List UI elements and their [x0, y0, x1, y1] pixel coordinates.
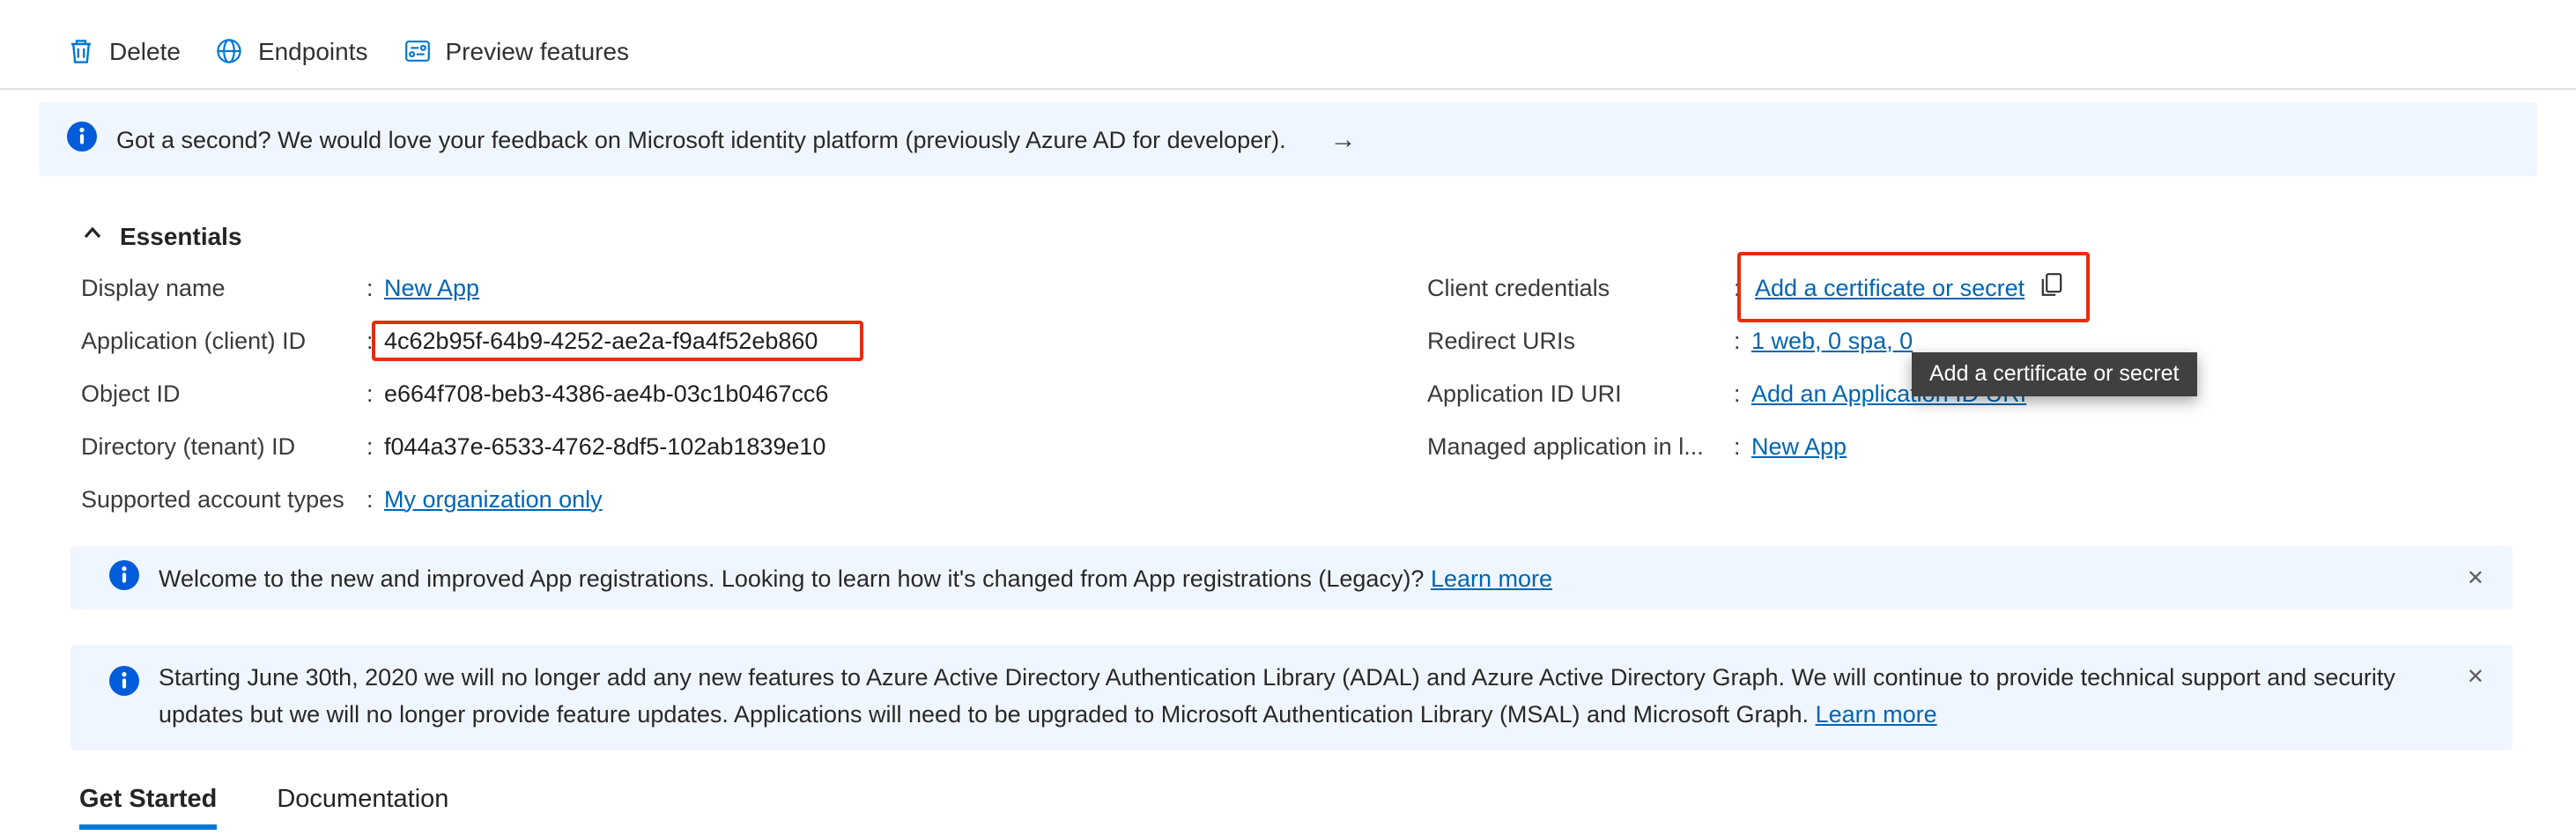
essentials-grid: Display name : New App Application (clie…	[81, 261, 2576, 525]
colon-separator: :	[366, 485, 384, 512]
tab-bar: Get Started Documentation	[79, 786, 2576, 830]
delete-button[interactable]: Delete	[49, 26, 198, 76]
endpoints-label: Endpoints	[258, 37, 368, 65]
highlight-box-client-id: 4c62b95f-64b9-4252-ae2a-f9a4f52eb860	[372, 320, 863, 360]
info-icon	[109, 666, 139, 708]
row-supported-account-types: Supported account types : My organizatio…	[81, 472, 1427, 525]
arrow-right-icon: →	[1330, 124, 1357, 154]
feedback-text: Got a second? We would love your feedbac…	[116, 126, 1286, 152]
close-icon[interactable]: ✕	[2467, 567, 2484, 588]
client-id-value: 4c62b95f-64b9-4252-ae2a-f9a4f52eb860	[384, 327, 818, 353]
tenant-id-value: f044a37e-6533-4762-8df5-102ab1839e10	[384, 432, 825, 459]
client-id-label: Application (client) ID	[81, 327, 366, 353]
tooltip-add-certificate: Add a certificate or secret	[1912, 352, 2196, 396]
chevron-up-icon	[81, 222, 104, 250]
highlight-box-client-credentials: Add a certificate or secret	[1737, 252, 2090, 322]
welcome-text: Welcome to the new and improved App regi…	[159, 565, 1431, 591]
preview-features-button[interactable]: Preview features	[386, 26, 648, 76]
row-application-client-id: Application (client) ID : 4c62b95f-64b9-…	[81, 314, 1427, 366]
row-directory-tenant-id: Directory (tenant) ID : f044a37e-6533-47…	[81, 419, 1427, 472]
info-icon	[67, 122, 97, 157]
object-id-label: Object ID	[81, 380, 366, 406]
supported-account-types-label: Supported account types	[81, 485, 366, 512]
preview-features-label: Preview features	[446, 37, 630, 65]
feedback-banner[interactable]: Got a second? We would love your feedbac…	[39, 102, 2537, 176]
colon-separator: :	[1734, 432, 1751, 459]
essentials-toggle[interactable]: Essentials	[81, 222, 2576, 250]
essentials-left-column: Display name : New App Application (clie…	[81, 261, 1427, 525]
supported-account-types-link[interactable]: My organization only	[384, 485, 603, 512]
delete-label: Delete	[109, 37, 181, 65]
colon-separator: :	[366, 274, 384, 300]
adal-text: Starting June 30th, 2020 we will no long…	[159, 664, 2395, 728]
tab-documentation[interactable]: Documentation	[277, 786, 448, 830]
tab-get-started[interactable]: Get Started	[79, 786, 217, 830]
colon-separator: :	[1734, 380, 1751, 406]
redirect-uris-link[interactable]: 1 web, 0 spa, 0	[1751, 327, 1913, 353]
row-client-credentials: Client credentials : Add a certificate o…	[1427, 261, 2576, 314]
adal-banner-text: Starting June 30th, 2020 we will no long…	[159, 661, 2410, 735]
managed-application-label: Managed application in l...	[1427, 432, 1734, 459]
command-bar: Delete Endpoints Preview features	[0, 0, 2576, 90]
colon-separator: :	[366, 432, 384, 459]
row-managed-application: Managed application in l... : New App	[1427, 419, 2576, 472]
add-certificate-or-secret-link[interactable]: Add a certificate or secret	[1755, 274, 2025, 300]
managed-application-link[interactable]: New App	[1751, 432, 1847, 459]
redirect-uris-label: Redirect URIs	[1427, 327, 1734, 353]
application-id-uri-label: Application ID URI	[1427, 380, 1734, 406]
client-credentials-label: Client credentials	[1427, 274, 1734, 300]
trash-icon	[67, 37, 95, 65]
row-display-name: Display name : New App	[81, 261, 1427, 314]
adal-banner: Starting June 30th, 2020 we will no long…	[70, 645, 2513, 750]
adal-learn-more-link[interactable]: Learn more	[1816, 701, 1937, 728]
colon-separator: :	[366, 380, 384, 406]
welcome-learn-more-link[interactable]: Learn more	[1431, 565, 1552, 591]
display-name-value-link[interactable]: New App	[384, 274, 479, 300]
essentials-title: Essentials	[120, 222, 242, 250]
display-name-label: Display name	[81, 274, 366, 300]
welcome-banner: Welcome to the new and improved App regi…	[70, 546, 2513, 610]
close-icon[interactable]: ✕	[2467, 666, 2484, 687]
info-icon	[109, 560, 139, 595]
welcome-banner-text: Welcome to the new and improved App regi…	[159, 565, 1552, 591]
globe-icon	[216, 37, 244, 65]
endpoints-button[interactable]: Endpoints	[198, 26, 386, 76]
colon-separator: :	[1734, 327, 1751, 353]
row-object-id: Object ID : e664f708-beb3-4386-ae4b-03c1…	[81, 366, 1427, 419]
preview-features-icon	[403, 37, 432, 65]
app-registration-blade: Delete Endpoints Preview features	[0, 0, 2576, 835]
object-id-value: e664f708-beb3-4386-ae4b-03c1b0467cc6	[384, 380, 828, 406]
tenant-id-label: Directory (tenant) ID	[81, 432, 366, 459]
copy-icon[interactable]	[2039, 271, 2065, 303]
